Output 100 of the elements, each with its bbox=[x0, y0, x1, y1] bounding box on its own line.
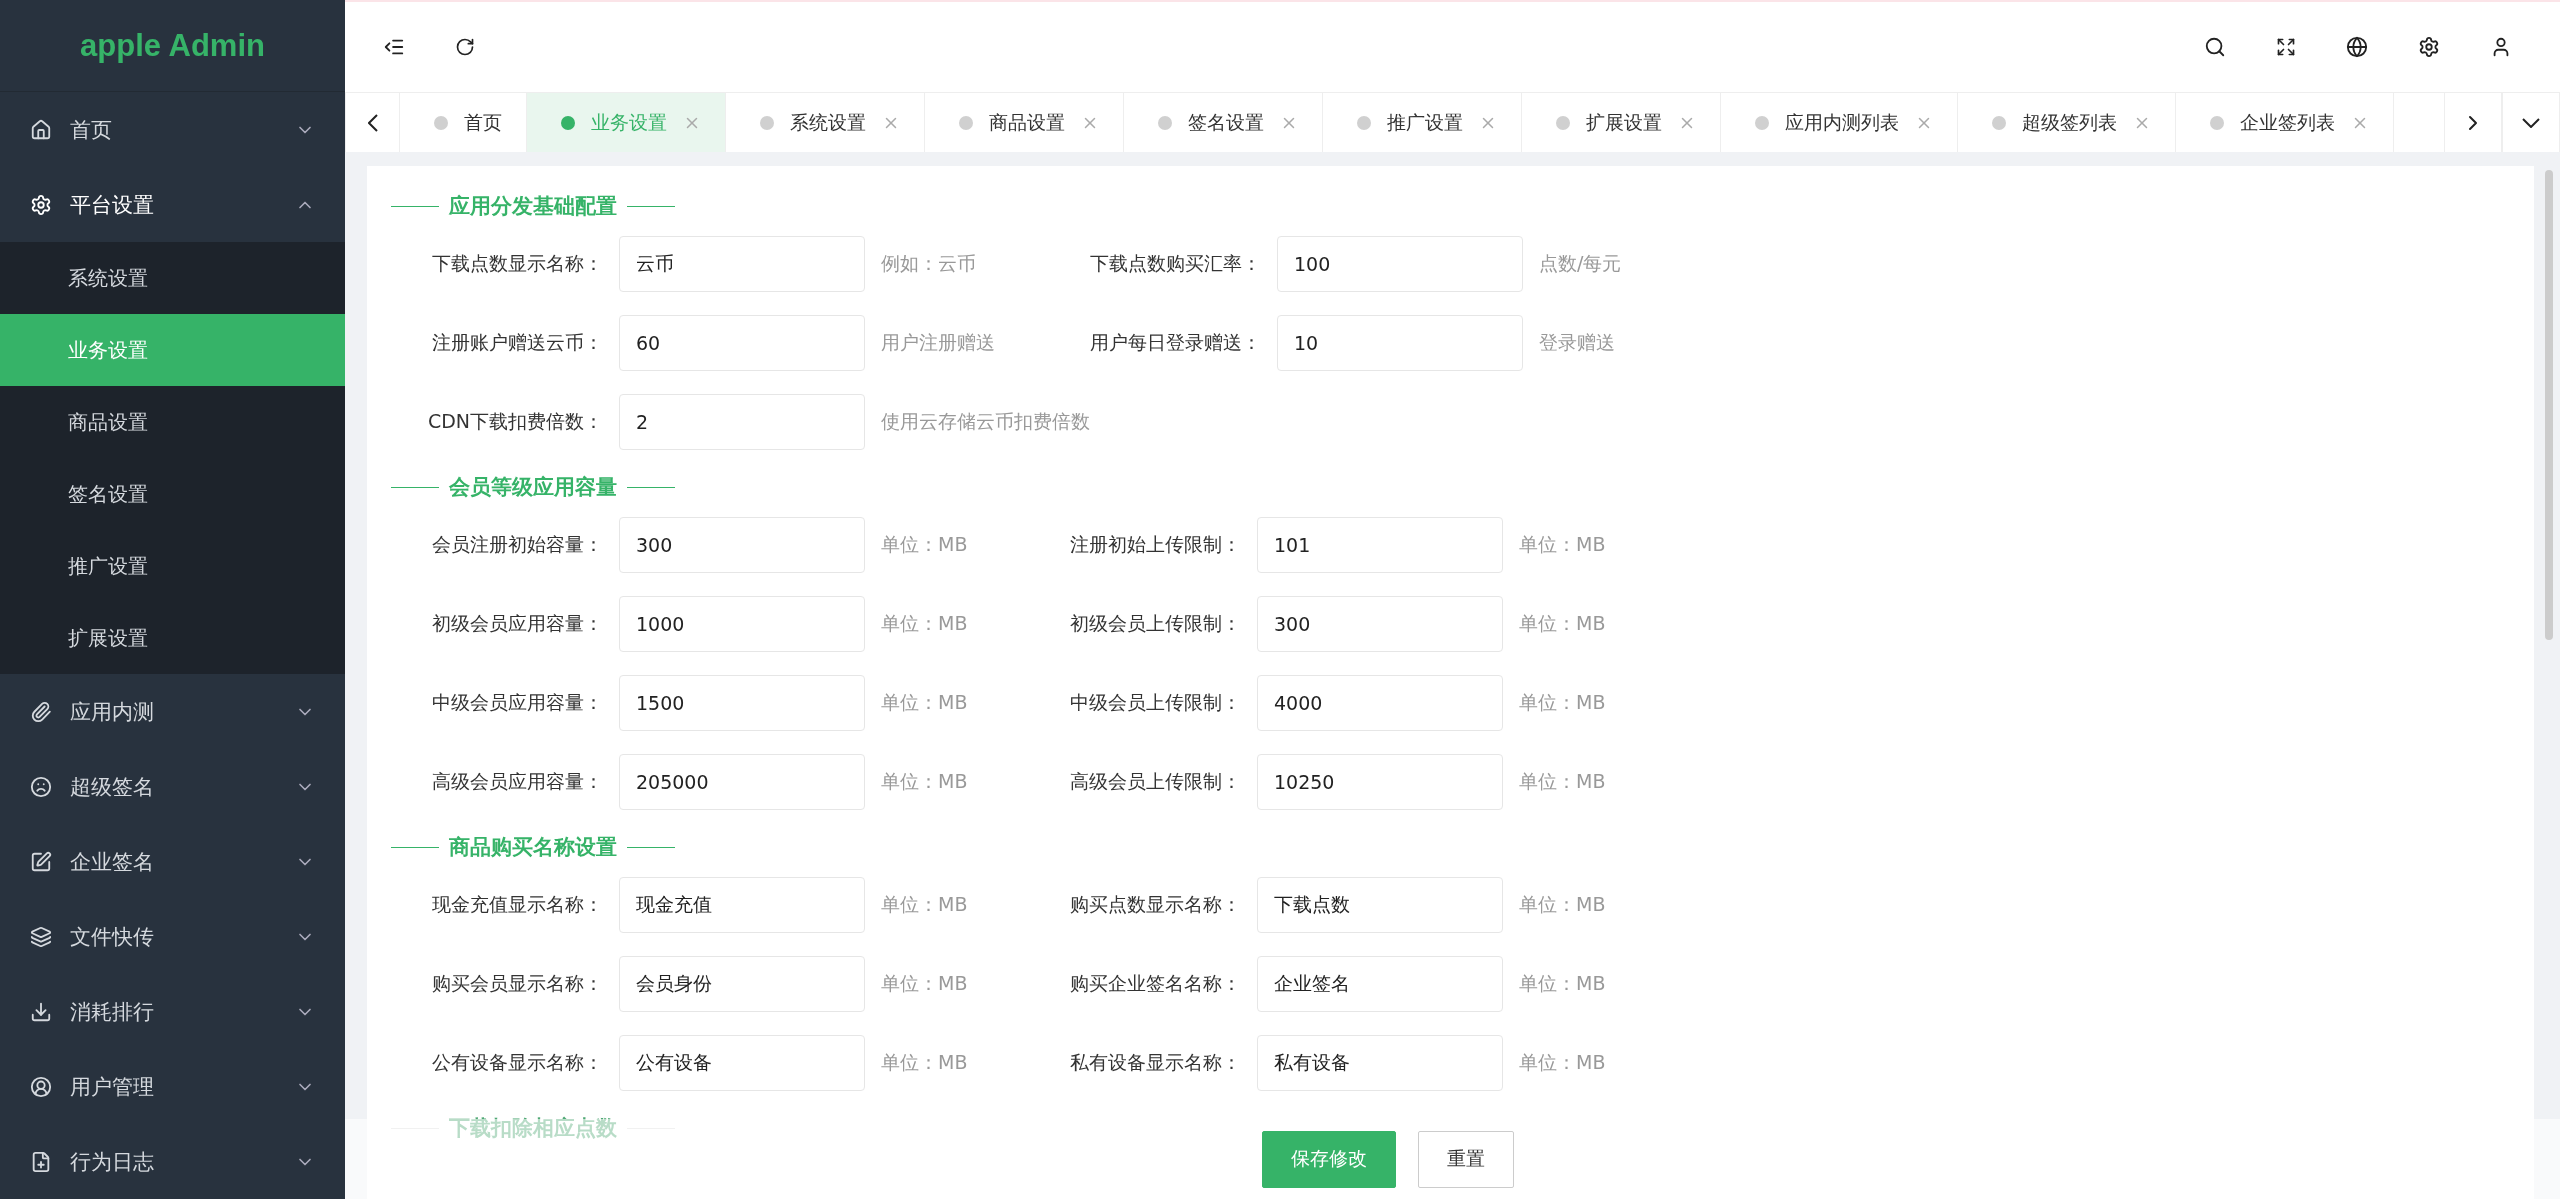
submenu-item[interactable]: 推广设置 bbox=[0, 530, 345, 602]
gear-icon bbox=[30, 193, 52, 216]
tab-label: 系统设置 bbox=[790, 109, 866, 135]
status-dot-icon bbox=[1158, 115, 1172, 130]
field-hint: 单位：MB bbox=[1518, 689, 1607, 715]
tab-label: 推广设置 bbox=[1387, 109, 1463, 135]
tab-label: 扩展设置 bbox=[1586, 109, 1662, 135]
tab-label: 企业签列表 bbox=[2240, 109, 2335, 135]
field-hint: 用户注册赠送 bbox=[880, 329, 996, 355]
field-hint: 单位：MB bbox=[880, 768, 969, 794]
status-dot-icon bbox=[561, 115, 575, 130]
input-field[interactable]: 10250 bbox=[1257, 753, 1503, 810]
user-circle-icon bbox=[30, 1075, 52, 1098]
field-hint: 单位：MB bbox=[1518, 768, 1607, 794]
input-field[interactable]: 60 bbox=[619, 314, 865, 371]
field-hint: 单位：MB bbox=[880, 1049, 969, 1075]
field-hint: 使用云存储云币扣费倍数 bbox=[880, 408, 1090, 434]
submenu-item[interactable]: 商品设置 bbox=[0, 386, 345, 458]
section-title: 商品购买名称设置 bbox=[449, 834, 617, 861]
sidebar-item[interactable]: 用户管理 bbox=[0, 1049, 345, 1124]
paperclip-icon bbox=[30, 700, 52, 723]
sidebar-item[interactable]: 首页 bbox=[0, 92, 345, 167]
status-dot-icon bbox=[1755, 115, 1769, 130]
scroll-right-button[interactable] bbox=[2444, 93, 2502, 152]
field-label: 高级会员上传限制： bbox=[1069, 768, 1242, 794]
layers-icon bbox=[30, 925, 52, 948]
field-hint: 例如：云币 bbox=[880, 250, 977, 276]
sidebar-item[interactable]: 消耗排行 bbox=[0, 974, 345, 1049]
field-hint: 单位：MB bbox=[1518, 610, 1607, 636]
input-field[interactable]: 100 bbox=[1277, 235, 1523, 292]
input-field[interactable]: 4000 bbox=[1257, 674, 1503, 731]
expand-icon bbox=[2276, 37, 2296, 57]
status-dot-icon bbox=[1556, 115, 1570, 130]
field-label: 中级会员上传限制： bbox=[1069, 689, 1242, 715]
tabs-dropdown-button[interactable] bbox=[2502, 93, 2560, 152]
field-hint: 单位：MB bbox=[1518, 1049, 1607, 1075]
input-field[interactable]: 现金充值 bbox=[619, 876, 865, 933]
status-dot-icon bbox=[959, 115, 973, 130]
field-hint: 单位：MB bbox=[1518, 970, 1607, 996]
field-label: 购买点数显示名称： bbox=[1069, 891, 1242, 917]
input-field[interactable]: 300 bbox=[1257, 595, 1503, 652]
settings-icon bbox=[2418, 36, 2440, 58]
field-label: 公有设备显示名称： bbox=[431, 1049, 604, 1075]
scroll-left-button[interactable] bbox=[345, 93, 400, 152]
download-icon bbox=[30, 1000, 52, 1023]
field-hint: 单位：MB bbox=[880, 970, 969, 996]
chevron-down-icon bbox=[2522, 117, 2540, 128]
sidebar-item[interactable]: 行为日志 bbox=[0, 1124, 345, 1199]
field-hint: 单位：MB bbox=[880, 531, 969, 557]
field-hint: 单位：MB bbox=[1518, 531, 1607, 557]
refresh-icon bbox=[455, 37, 475, 57]
field-label: 购买企业签名名称： bbox=[1069, 970, 1242, 996]
input-field[interactable]: 10 bbox=[1277, 314, 1523, 371]
status-dot-icon bbox=[760, 115, 774, 130]
tab-label: 签名设置 bbox=[1188, 109, 1264, 135]
section-title: 应用分发基础配置 bbox=[449, 193, 617, 220]
sidebar-item[interactable]: 超级签名 bbox=[0, 749, 345, 824]
home-icon bbox=[30, 118, 52, 141]
input-field[interactable]: 企业签名 bbox=[1257, 955, 1503, 1012]
file-plus-icon bbox=[30, 1150, 52, 1173]
reset-button[interactable]: 重置 bbox=[1417, 1130, 1514, 1188]
input-field[interactable]: 1500 bbox=[619, 674, 865, 731]
status-dot-icon bbox=[1992, 115, 2006, 130]
input-field[interactable]: 私有设备 bbox=[1257, 1034, 1503, 1091]
input-field[interactable]: 1000 bbox=[619, 595, 865, 652]
input-field[interactable]: 下载点数 bbox=[1257, 876, 1503, 933]
sidebar-item[interactable]: 企业签名 bbox=[0, 824, 345, 899]
section-title: 下载扣除相应点数 bbox=[449, 1115, 617, 1142]
input-field[interactable]: 2 bbox=[619, 393, 865, 450]
submenu-item[interactable]: 扩展设置 bbox=[0, 602, 345, 674]
field-label: 下载点数显示名称： bbox=[431, 250, 604, 276]
input-field[interactable]: 300 bbox=[619, 516, 865, 573]
input-field[interactable]: 205000 bbox=[619, 753, 865, 810]
tab-label: 商品设置 bbox=[989, 109, 1065, 135]
sidebar-item[interactable]: 平台设置 bbox=[0, 167, 345, 242]
chevron-left-icon bbox=[367, 113, 378, 132]
field-label: 现金充值显示名称： bbox=[431, 891, 604, 917]
scrollbar-thumb[interactable] bbox=[2545, 170, 2553, 640]
field-label: 下载点数购买汇率： bbox=[1089, 250, 1262, 276]
field-label: 高级会员应用容量： bbox=[431, 768, 604, 794]
submenu-item[interactable]: 系统设置 bbox=[0, 242, 345, 314]
field-label: 初级会员应用容量： bbox=[431, 610, 604, 636]
field-label: 初级会员上传限制： bbox=[1069, 610, 1242, 636]
field-hint: 单位：MB bbox=[880, 610, 969, 636]
input-field[interactable]: 会员身份 bbox=[619, 955, 865, 1012]
tab-label: 超级签列表 bbox=[2022, 109, 2117, 135]
field-hint: 登录赠送 bbox=[1538, 329, 1616, 355]
input-field[interactable]: 101 bbox=[1257, 516, 1503, 573]
field-hint: 点数/每元 bbox=[1538, 250, 1623, 276]
input-field[interactable]: 云币 bbox=[619, 235, 865, 292]
field-hint: 单位：MB bbox=[1518, 891, 1607, 917]
section-title: 会员等级应用容量 bbox=[449, 474, 617, 501]
input-field[interactable]: 公有设备 bbox=[619, 1034, 865, 1091]
status-dot-icon bbox=[2210, 115, 2224, 130]
field-label: 注册初始上传限制： bbox=[1069, 531, 1242, 557]
tab-label: 首页 bbox=[464, 109, 502, 135]
sidebar-item[interactable]: 应用内测 bbox=[0, 674, 345, 749]
submenu-item[interactable]: 签名设置 bbox=[0, 458, 345, 530]
sidebar-item[interactable]: 文件快传 bbox=[0, 899, 345, 974]
field-hint: 单位：MB bbox=[880, 689, 969, 715]
